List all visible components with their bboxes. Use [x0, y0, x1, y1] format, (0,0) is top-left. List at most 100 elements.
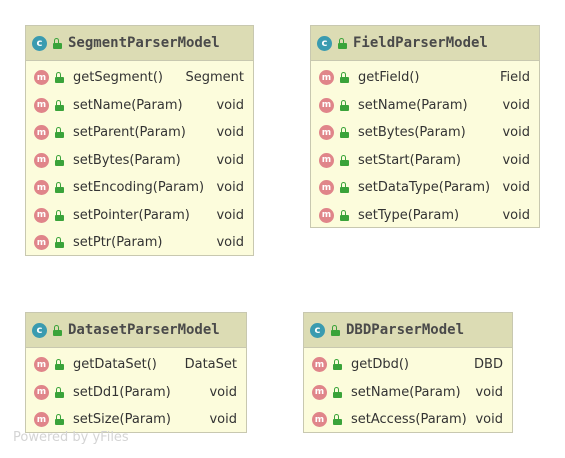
return-type: void [209, 384, 237, 400]
method-name: setName(Param) [358, 97, 468, 113]
method-row-set-encoding[interactable]: m setEncoding(Param) void [26, 174, 253, 202]
public-lock-icon [340, 72, 349, 84]
method-icon: m [319, 180, 334, 196]
method-row-set-pointer[interactable]: m setPointer(Param) void [26, 202, 253, 230]
public-lock-icon [55, 182, 64, 194]
method-row-set-start[interactable]: m setStart(Param) void [311, 147, 539, 175]
public-lock-icon [55, 99, 64, 111]
method-name: setBytes(Param) [73, 152, 181, 168]
return-type: DataSet [184, 357, 237, 373]
return-type: void [216, 235, 244, 251]
class-dbd-parser-model[interactable]: c DBDParserModel m getDbd() DBD m setName(Para… [303, 312, 513, 433]
class-name: SegmentParserModel [68, 35, 220, 51]
return-type: void [216, 180, 244, 196]
method-icon: m [319, 70, 334, 86]
return-type: void [475, 412, 503, 428]
method-row-set-dd1[interactable]: m setDd1(Param) void [26, 379, 246, 407]
return-type: void [502, 97, 530, 113]
method-name: setParent(Param) [73, 125, 186, 141]
return-type: void [502, 180, 530, 196]
public-lock-icon [340, 99, 349, 111]
method-row-get-segment[interactable]: m getSegment() Segment [26, 64, 253, 92]
method-name: setBytes(Param) [358, 125, 466, 141]
method-icon: m [312, 412, 327, 428]
method-row-get-field[interactable]: m getField() Field [311, 64, 539, 92]
public-lock-icon [55, 386, 64, 398]
method-row-set-access[interactable]: m setAccess(Param) void [304, 406, 512, 434]
class-icon: c [310, 322, 325, 338]
method-row-set-ptr[interactable]: m setPtr(Param) void [26, 229, 253, 257]
powered-by-watermark: Powered by yFiles [13, 430, 129, 445]
public-lock-icon [333, 414, 342, 426]
public-lock-icon [340, 209, 349, 221]
method-name: setDataType(Param) [358, 180, 491, 196]
method-name: getSegment() [73, 70, 163, 86]
class-header: c FieldParserModel [311, 26, 539, 61]
method-row-set-name[interactable]: m setName(Param) void [26, 92, 253, 120]
method-row-get-dbd[interactable]: m getDbd() DBD [304, 351, 512, 379]
method-icon: m [34, 180, 49, 196]
method-icon: m [34, 207, 49, 223]
method-row-set-name[interactable]: m setName(Param) void [304, 379, 512, 407]
member-list: m getDataSet() DataSet m setDd1(Param) void m s… [26, 348, 246, 434]
method-icon: m [34, 235, 49, 251]
method-name: setPtr(Param) [73, 235, 163, 251]
return-type: void [502, 152, 530, 168]
return-type: void [502, 207, 530, 223]
member-list: m getField() Field m setName(Param) void m setB… [311, 61, 539, 229]
class-name: FieldParserModel [353, 35, 488, 51]
method-row-set-bytes[interactable]: m setBytes(Param) void [311, 119, 539, 147]
method-row-set-parent[interactable]: m setParent(Param) void [26, 119, 253, 147]
method-name: setPointer(Param) [73, 207, 190, 223]
method-icon: m [34, 412, 49, 428]
method-row-set-data-type[interactable]: m setDataType(Param) void [311, 174, 539, 202]
return-type: void [216, 152, 244, 168]
method-icon: m [312, 357, 327, 373]
class-field-parser-model[interactable]: c FieldParserModel m getField() Field m setNam… [310, 25, 540, 228]
return-type: void [216, 207, 244, 223]
public-lock-icon [340, 154, 349, 166]
method-name: getDbd() [351, 357, 410, 373]
method-name: getDataSet() [73, 357, 157, 373]
method-name: setName(Param) [73, 97, 183, 113]
return-type: void [475, 384, 503, 400]
class-name: DBDParserModel [346, 322, 465, 338]
method-name: getField() [358, 70, 420, 86]
class-name: DatasetParserModel [68, 322, 220, 338]
method-icon: m [319, 207, 334, 223]
public-lock-icon [333, 386, 342, 398]
return-type: void [209, 412, 237, 428]
method-name: setEncoding(Param) [73, 180, 205, 196]
method-name: setAccess(Param) [351, 412, 467, 428]
public-lock-icon [331, 324, 340, 336]
class-icon: c [32, 35, 47, 51]
method-icon: m [34, 384, 49, 400]
method-row-set-type[interactable]: m setType(Param) void [311, 202, 539, 230]
method-row-set-bytes[interactable]: m setBytes(Param) void [26, 147, 253, 175]
public-lock-icon [55, 72, 64, 84]
class-dataset-parser-model[interactable]: c DatasetParserModel m getDataSet() DataSet m… [25, 312, 247, 433]
method-row-set-name[interactable]: m setName(Param) void [311, 92, 539, 120]
class-icon: c [317, 35, 332, 51]
method-name: setStart(Param) [358, 152, 461, 168]
public-lock-icon [55, 414, 64, 426]
return-type: void [216, 125, 244, 141]
public-lock-icon [55, 359, 64, 371]
method-icon: m [319, 152, 334, 168]
method-name: setSize(Param) [73, 412, 171, 428]
return-type: DBD [474, 357, 503, 373]
class-segment-parser-model[interactable]: c SegmentParserModel m getSegment() Segment m… [25, 25, 254, 256]
method-icon: m [34, 97, 49, 113]
class-header: c SegmentParserModel [26, 26, 253, 61]
method-name: setName(Param) [351, 384, 461, 400]
method-icon: m [34, 152, 49, 168]
method-icon: m [34, 70, 49, 86]
public-lock-icon [55, 237, 64, 249]
public-lock-icon [338, 37, 347, 49]
method-icon: m [34, 125, 49, 141]
return-type: Field [499, 70, 530, 86]
public-lock-icon [55, 209, 64, 221]
method-row-get-data-set[interactable]: m getDataSet() DataSet [26, 351, 246, 379]
method-icon: m [319, 125, 334, 141]
member-list: m getDbd() DBD m setName(Param) void m setAcces… [304, 348, 512, 434]
